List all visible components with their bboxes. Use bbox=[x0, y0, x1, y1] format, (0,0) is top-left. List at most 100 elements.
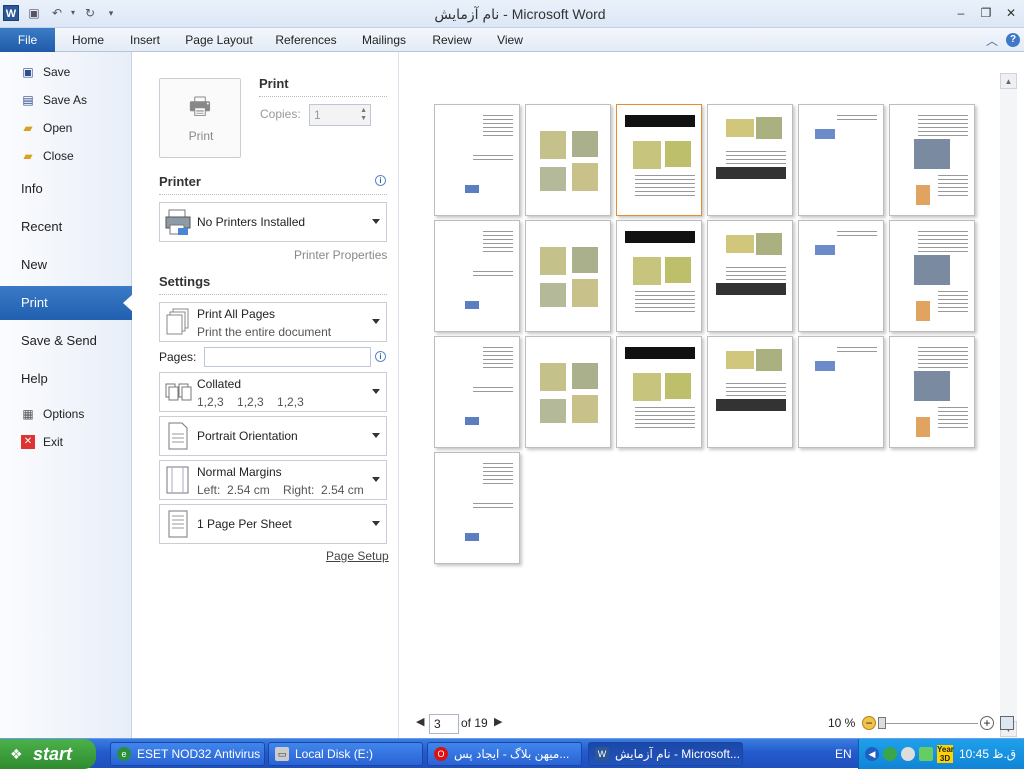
collation-select[interactable]: Collated 1,2,3 1,2,3 1,2,3 bbox=[159, 372, 387, 412]
eset-icon: e bbox=[117, 747, 131, 761]
page-number-input[interactable]: 3 bbox=[429, 714, 459, 734]
task-label: نام آزمایش - Microsoft... bbox=[615, 747, 740, 761]
eset-tray-icon[interactable] bbox=[883, 747, 897, 761]
taskbar-item-eset[interactable]: e ESET NOD32 Antivirus bbox=[110, 742, 265, 766]
save-icon[interactable]: ▣ bbox=[27, 6, 41, 20]
tray-expand-icon[interactable]: ◀ bbox=[865, 747, 879, 761]
zoom-slider-track[interactable] bbox=[882, 723, 978, 724]
taskbar-item-opera[interactable]: O میهن بلاگ - ایجاد پس... bbox=[427, 742, 582, 766]
customize-icon[interactable]: ▾ bbox=[104, 6, 118, 20]
page-thumbnail-14[interactable] bbox=[525, 336, 611, 448]
zoom-to-page-icon[interactable] bbox=[1000, 716, 1014, 730]
restore-icon[interactable]: ❐ bbox=[975, 5, 997, 21]
backstage-options[interactable]: ▦ Options bbox=[0, 402, 132, 426]
save-icon: ▣ bbox=[22, 65, 34, 79]
info-icon[interactable]: i bbox=[375, 351, 386, 362]
backstage-close-label: Close bbox=[43, 149, 74, 163]
page-setup-link[interactable]: Page Setup bbox=[326, 549, 389, 563]
open-folder-icon: ▰ bbox=[23, 121, 33, 135]
preview-scrollbar[interactable]: ▲ ▼ bbox=[1000, 73, 1017, 738]
tab-references[interactable]: References bbox=[270, 28, 342, 52]
year-3d-icon[interactable]: Year 3D bbox=[937, 745, 954, 763]
page-thumbnail-3[interactable] bbox=[616, 104, 702, 216]
pages-input[interactable] bbox=[204, 347, 371, 367]
tab-file[interactable]: File bbox=[0, 28, 55, 52]
minimize-icon[interactable]: – bbox=[950, 5, 972, 21]
pages-per-sheet-select[interactable]: 1 Page Per Sheet bbox=[159, 504, 387, 544]
tab-insert[interactable]: Insert bbox=[122, 28, 168, 52]
taskbar-item-local-disk[interactable]: ▭ Local Disk (E:) bbox=[268, 742, 423, 766]
page-thumbnail-11[interactable] bbox=[798, 220, 884, 332]
page-thumbnail-19[interactable] bbox=[434, 452, 520, 564]
backstage-close[interactable]: ▰ Close bbox=[0, 144, 132, 168]
redo-icon[interactable]: ↻ bbox=[83, 6, 97, 20]
page-thumbnail-12[interactable] bbox=[889, 220, 975, 332]
page-thumbnail-9[interactable] bbox=[616, 220, 702, 332]
help-icon[interactable]: ? bbox=[1006, 33, 1020, 47]
page-per-sheet-icon bbox=[165, 510, 191, 538]
close-icon[interactable]: ✕ bbox=[1000, 5, 1022, 21]
print-button[interactable]: 🖶 Print bbox=[159, 78, 241, 158]
page-thumbnail-17[interactable] bbox=[798, 336, 884, 448]
page-thumbnail-7[interactable] bbox=[434, 220, 520, 332]
backstage-info[interactable]: Info bbox=[0, 172, 132, 206]
word-app-icon[interactable]: W bbox=[3, 5, 19, 21]
collation-subtitle: 1,2,3 1,2,3 1,2,3 bbox=[197, 395, 304, 409]
margins-icon bbox=[165, 466, 191, 494]
zoom-in-icon[interactable]: + bbox=[980, 716, 994, 730]
language-indicator[interactable]: EN bbox=[835, 747, 852, 761]
undo-icon[interactable]: ↶ bbox=[50, 6, 64, 20]
page-thumbnail-5[interactable] bbox=[798, 104, 884, 216]
page-thumbnail-15[interactable] bbox=[616, 336, 702, 448]
backstage-save-send[interactable]: Save & Send bbox=[0, 324, 132, 358]
print-range-title: Print All Pages bbox=[197, 307, 276, 321]
backstage-save-as[interactable]: ▤ Save As bbox=[0, 88, 132, 112]
next-page-icon[interactable]: ▶ bbox=[494, 715, 502, 728]
tab-home[interactable]: Home bbox=[66, 28, 110, 52]
info-icon[interactable]: i bbox=[375, 175, 386, 186]
backstage-help[interactable]: Help bbox=[0, 362, 132, 396]
page-thumbnail-2[interactable] bbox=[525, 104, 611, 216]
page-thumbnail-16[interactable] bbox=[707, 336, 793, 448]
copies-input[interactable]: 1 ▲ ▼ bbox=[309, 104, 371, 126]
backstage-exit[interactable]: ✕ Exit bbox=[0, 430, 132, 454]
zoom-out-icon[interactable]: − bbox=[862, 716, 876, 730]
orientation-label: Portrait Orientation bbox=[197, 429, 298, 443]
start-button[interactable]: ❖ start bbox=[0, 739, 96, 769]
printer-properties-link[interactable]: Printer Properties bbox=[294, 248, 387, 262]
backstage-print[interactable]: Print bbox=[0, 286, 133, 320]
zoom-slider-thumb[interactable] bbox=[878, 717, 886, 729]
tab-view[interactable]: View bbox=[490, 28, 530, 52]
backstage-open[interactable]: ▰ Open bbox=[0, 116, 132, 140]
tab-page-layout[interactable]: Page Layout bbox=[180, 28, 258, 52]
tab-mailings[interactable]: Mailings bbox=[354, 28, 414, 52]
page-thumbnail-8[interactable] bbox=[525, 220, 611, 332]
backstage-new[interactable]: New bbox=[0, 248, 132, 282]
backstage-save[interactable]: ▣ Save bbox=[0, 60, 132, 84]
printer-select[interactable]: No Printers Installed bbox=[159, 202, 387, 242]
tab-review[interactable]: Review bbox=[426, 28, 478, 52]
printer-name: No Printers Installed bbox=[197, 215, 306, 229]
volume-icon[interactable] bbox=[901, 747, 915, 761]
collation-title: Collated bbox=[197, 377, 242, 391]
scroll-up-icon[interactable]: ▲ bbox=[1000, 73, 1017, 89]
print-range-select[interactable]: Print All Pages Print the entire documen… bbox=[159, 302, 387, 342]
spinner-arrows-icon[interactable]: ▲ ▼ bbox=[360, 107, 367, 123]
page-thumbnail-4[interactable] bbox=[707, 104, 793, 216]
page-thumbnail-13[interactable] bbox=[434, 336, 520, 448]
page-thumbnail-6[interactable] bbox=[889, 104, 975, 216]
nvidia-icon[interactable] bbox=[919, 747, 933, 761]
word-icon: W bbox=[595, 747, 609, 761]
taskbar-item-word[interactable]: W نام آزمایش - Microsoft... bbox=[588, 742, 743, 766]
undo-dropdown-icon[interactable]: ▾ bbox=[66, 6, 80, 20]
orientation-select[interactable]: Portrait Orientation bbox=[159, 416, 387, 456]
backstage-recent[interactable]: Recent bbox=[0, 210, 132, 244]
page-thumbnail-10[interactable] bbox=[707, 220, 793, 332]
page-thumbnail-18[interactable] bbox=[889, 336, 975, 448]
minimize-ribbon-icon[interactable]: ︿ bbox=[986, 32, 998, 49]
previous-page-icon[interactable]: ◀ bbox=[416, 715, 424, 728]
margins-select[interactable]: Normal Margins Left: 2.54 cm Right: 2.54… bbox=[159, 460, 387, 500]
page-thumbnail-1[interactable] bbox=[434, 104, 520, 216]
clock[interactable]: 10:45 ق.ظ bbox=[959, 747, 1016, 761]
divider bbox=[159, 194, 387, 195]
